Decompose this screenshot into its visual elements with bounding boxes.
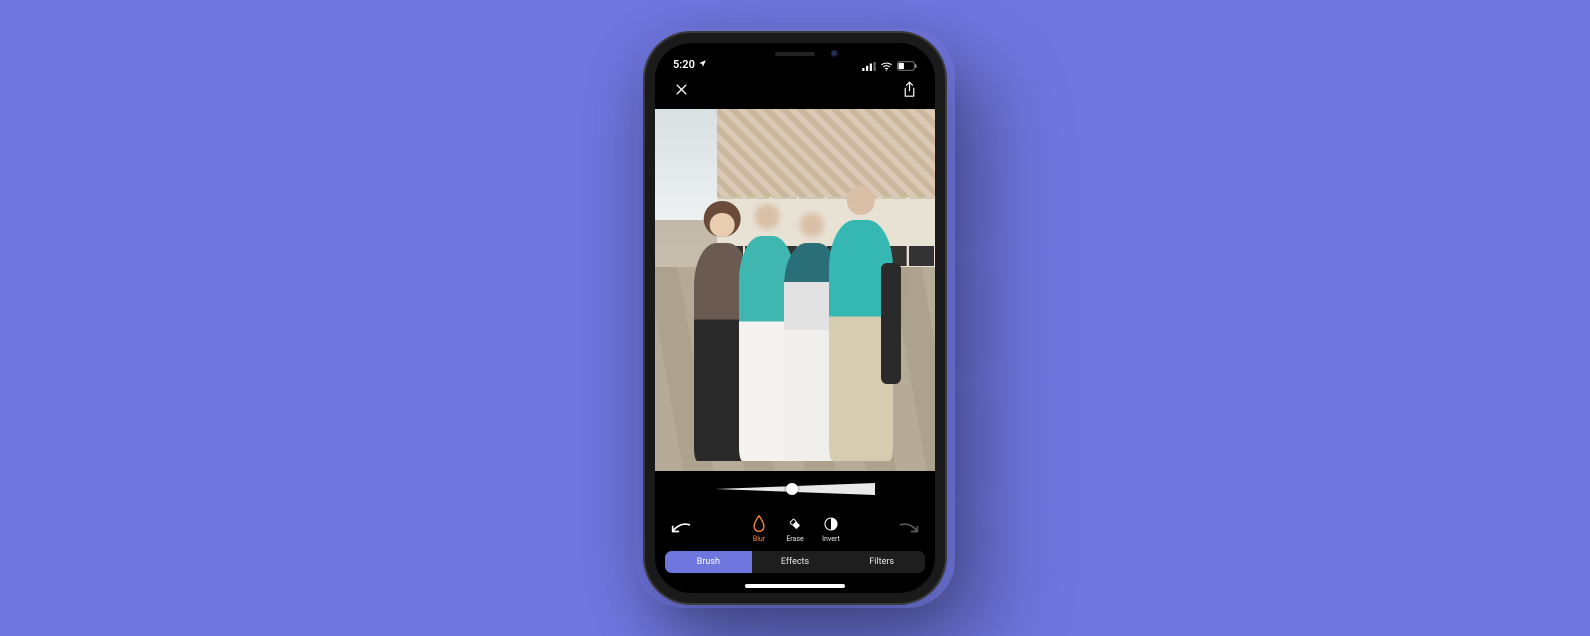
undo-arrow-icon bbox=[671, 520, 691, 539]
share-icon bbox=[902, 81, 917, 102]
tab-brush[interactable]: Brush bbox=[665, 551, 752, 573]
tool-erase[interactable]: Erase bbox=[786, 515, 804, 543]
redo-arrow-icon bbox=[899, 520, 919, 539]
tab-label: Effects bbox=[781, 557, 809, 567]
battery-icon bbox=[897, 61, 917, 71]
close-button[interactable] bbox=[669, 79, 693, 103]
photo-person-4 bbox=[829, 220, 893, 461]
speaker-grille bbox=[775, 52, 815, 56]
location-arrow-icon bbox=[698, 58, 707, 71]
share-button[interactable] bbox=[897, 79, 921, 103]
photo-canvas-area[interactable] bbox=[655, 109, 935, 471]
app-screen: 5:20 bbox=[655, 43, 935, 593]
cellular-signal-icon bbox=[862, 62, 876, 71]
tool-label: Invert bbox=[822, 535, 840, 543]
editor-header bbox=[655, 73, 935, 109]
redo-button[interactable] bbox=[897, 520, 921, 539]
tab-filters[interactable]: Filters bbox=[838, 551, 925, 573]
invert-icon bbox=[822, 515, 840, 533]
photo-content bbox=[655, 109, 935, 471]
undo-button[interactable] bbox=[669, 520, 693, 539]
eraser-icon bbox=[786, 515, 804, 533]
tool-label: Erase bbox=[786, 535, 803, 543]
device-notch bbox=[720, 43, 870, 65]
tool-row: Blur Erase bbox=[655, 507, 935, 551]
home-indicator[interactable] bbox=[655, 579, 935, 593]
slider-thumb[interactable] bbox=[786, 483, 798, 495]
iphone-device-frame: 5:20 bbox=[645, 33, 945, 603]
mode-tabs: Brush Effects Filters bbox=[665, 551, 925, 573]
bottom-tabs-row: Brush Effects Filters bbox=[655, 551, 935, 579]
tab-label: Brush bbox=[697, 557, 720, 567]
tool-label: Blur bbox=[753, 535, 765, 543]
tools-center: Blur Erase bbox=[750, 515, 840, 543]
home-indicator-bar bbox=[745, 584, 845, 588]
status-time: 5:20 bbox=[673, 58, 695, 71]
tool-invert[interactable]: Invert bbox=[822, 515, 840, 543]
close-icon bbox=[674, 82, 689, 101]
wifi-icon bbox=[880, 62, 893, 71]
blur-slider-row bbox=[655, 471, 935, 507]
tab-effects[interactable]: Effects bbox=[752, 551, 839, 573]
status-left: 5:20 bbox=[673, 58, 707, 71]
tool-blur[interactable]: Blur bbox=[750, 515, 768, 543]
blur-intensity-slider[interactable] bbox=[715, 482, 875, 496]
front-camera bbox=[831, 50, 838, 57]
tab-label: Filters bbox=[869, 557, 894, 567]
status-right bbox=[862, 61, 917, 71]
blur-drop-icon bbox=[750, 515, 768, 533]
